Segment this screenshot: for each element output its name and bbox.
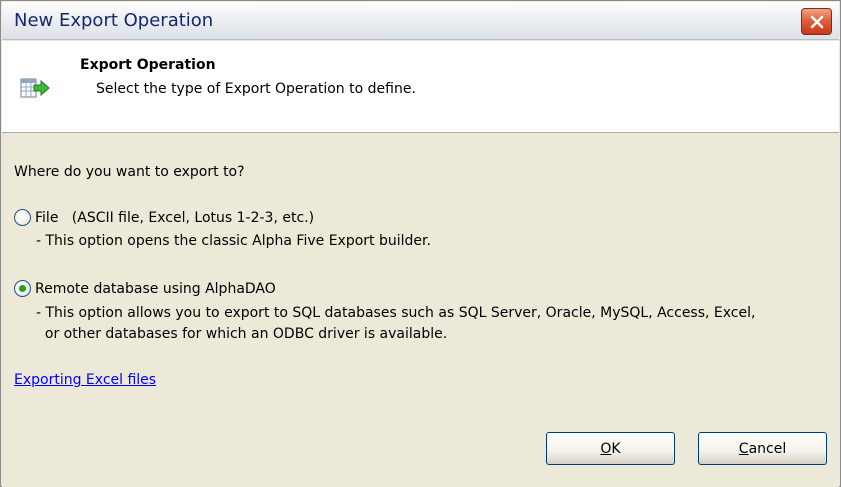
remote-db-option-label: Remote database using AlphaDAO [35, 280, 276, 297]
window-title: New Export Operation [14, 10, 214, 31]
cancel-button-label-rest: ancel [748, 440, 787, 457]
file-option-radio-row[interactable]: File (ASCII file, Excel, Lotus 1-2-3, et… [14, 209, 314, 226]
remote-db-option-description-line-1: - This option allows you to export to SQ… [36, 305, 756, 321]
header-subtitle: Select the type of Export Operation to d… [96, 81, 416, 97]
dialog-header: Export Operation Select the type of Expo… [2, 41, 839, 133]
file-option-label: File (ASCII file, Excel, Lotus 1-2-3, et… [35, 209, 315, 226]
ok-button[interactable]: OK [546, 432, 675, 465]
cancel-button-mnemonic: C [738, 440, 749, 457]
dialog-body: Where do you want to export to? File (AS… [2, 134, 839, 487]
export-question: Where do you want to export to? [14, 164, 245, 180]
table-export-icon [20, 78, 50, 98]
file-option-radio[interactable] [14, 209, 31, 226]
ok-button-mnemonic: O [600, 440, 612, 457]
close-icon [810, 15, 823, 28]
remote-db-option-description-line-2: or other databases for which an ODBC dri… [36, 326, 448, 342]
cancel-button[interactable]: Cancel [698, 432, 827, 465]
export-dialog: New Export Operation Export Operation Se… [0, 0, 841, 487]
header-title: Export Operation [80, 57, 216, 73]
title-bar[interactable]: New Export Operation [2, 2, 839, 40]
close-button[interactable] [801, 8, 832, 35]
remote-db-option-radio[interactable] [14, 280, 31, 297]
file-option-description: - This option opens the classic Alpha Fi… [36, 233, 431, 249]
ok-button-label-rest: K [611, 440, 621, 457]
radio-selected-dot [19, 285, 26, 292]
remote-db-option-radio-row[interactable]: Remote database using AlphaDAO [14, 280, 276, 297]
exporting-excel-files-link[interactable]: Exporting Excel files [14, 372, 156, 388]
